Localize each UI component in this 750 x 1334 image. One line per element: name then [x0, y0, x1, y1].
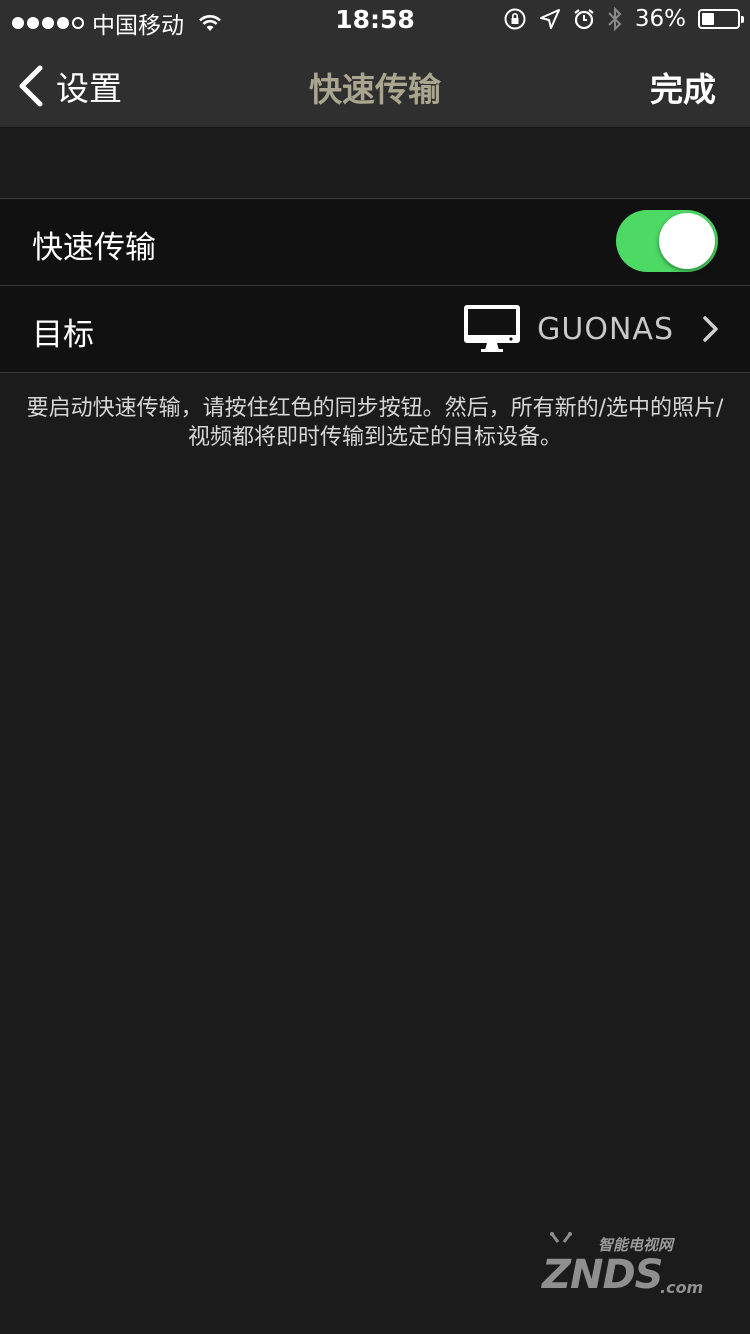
status-bar: 中国移动 18:58 36% — [0, 0, 750, 40]
back-button[interactable]: 设置 — [16, 62, 122, 110]
battery-percent: 36% — [634, 6, 686, 32]
target-value: GUONAS — [537, 311, 674, 347]
monitor-icon — [464, 305, 521, 352]
quick-transfer-label: 快速传输 — [32, 230, 156, 266]
status-right: 36% — [503, 6, 744, 32]
target-row[interactable]: 目标 GUONAS — [0, 285, 750, 372]
toggle-knob — [659, 213, 715, 269]
target-label: 目标 — [32, 317, 94, 353]
alarm-icon — [574, 9, 594, 30]
target-value-group: GUONAS — [463, 304, 720, 354]
battery-icon — [698, 9, 744, 29]
rotation-lock-icon — [504, 8, 526, 30]
description-text: 要启动快速传输，请按住红色的同步按钮。然后，所有新的/选中的照片/视频都将即时传… — [26, 396, 724, 450]
watermark-en: ZNDS — [542, 1252, 663, 1298]
chevron-right-icon — [703, 316, 718, 342]
watermark-suffix: .com — [660, 1278, 704, 1297]
navigation-bar: 设置 快速传输 完成 — [0, 40, 750, 128]
quick-transfer-toggle[interactable] — [616, 210, 718, 272]
done-button[interactable]: 完成 — [650, 63, 716, 111]
chevron-left-icon — [19, 65, 43, 107]
location-icon — [539, 9, 560, 29]
back-label: 设置 — [56, 69, 122, 108]
settings-group: 快速传输 目标 GUONAS — [0, 198, 750, 373]
quick-transfer-row: 快速传输 — [0, 199, 750, 285]
bluetooth-icon — [608, 7, 622, 31]
watermark-logo: 智能电视网 ZNDS .com — [536, 1232, 716, 1308]
battery-fill — [702, 13, 714, 25]
